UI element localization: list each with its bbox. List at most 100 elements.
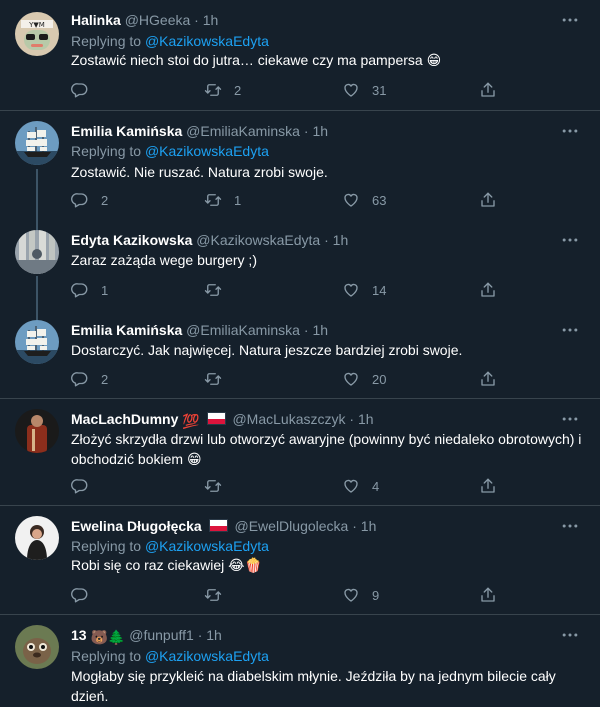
author-name[interactable]: MacLachDumny <box>71 411 178 427</box>
tweet-header: Ewelina Długołęcka @EwelDlugolecka · 1h <box>71 516 376 536</box>
separator-dot: · <box>303 123 309 139</box>
replying-to-label: Replying to <box>71 143 142 159</box>
tweet[interactable]: Emilia Kamińska @EmiliaKaminska · 1h Dos… <box>0 310 600 398</box>
more-icon[interactable] <box>560 516 580 536</box>
replying-to-label: Replying to <box>71 538 142 554</box>
share-icon <box>479 477 497 495</box>
replying-to-link[interactable]: @KazikowskaEdyta <box>145 33 269 49</box>
author-name[interactable]: 13 <box>71 627 87 643</box>
author-handle[interactable]: @funpuff1 <box>129 627 194 643</box>
author-name[interactable]: Ewelina Długołęcka <box>71 518 202 534</box>
reply-button[interactable]: 2 <box>71 190 108 210</box>
more-icon[interactable] <box>560 409 580 429</box>
tweet[interactable]: 13 🐻🌲 @funpuff1 · 1h Replying to @Kaziko… <box>0 615 600 707</box>
share-button[interactable] <box>479 585 497 605</box>
retweet-icon <box>204 81 222 99</box>
author-name[interactable]: Emilia Kamińska <box>71 123 182 139</box>
timestamp[interactable]: 1h <box>361 518 377 534</box>
avatar[interactable] <box>15 320 59 364</box>
timestamp[interactable]: 1h <box>312 322 328 338</box>
timestamp[interactable]: 1h <box>358 411 374 427</box>
share-button[interactable] <box>479 369 497 389</box>
replying-to-link[interactable]: @KazikowskaEdyta <box>145 538 269 554</box>
separator-dot: · <box>303 322 309 338</box>
tweet-text: Zostawić. Nie ruszać. Natura zrobi swoje… <box>71 164 328 180</box>
author-handle[interactable]: @EwelDlugolecka <box>235 518 349 534</box>
like-count: 14 <box>372 282 387 298</box>
author-name[interactable]: Halinka <box>71 12 121 28</box>
reply-button[interactable] <box>71 585 101 605</box>
retweet-button[interactable]: 1 <box>204 190 241 210</box>
tweet[interactable]: Edyta Kazikowska @KazikowskaEdyta · 1h Z… <box>0 220 600 310</box>
author-handle[interactable]: @MacLukaszczyk <box>232 411 345 427</box>
author-handle[interactable]: @KazikowskaEdyta <box>196 232 320 248</box>
like-button[interactable]: 14 <box>342 280 386 300</box>
share-icon <box>479 370 497 388</box>
retweet-button[interactable] <box>204 585 234 605</box>
timestamp[interactable]: 1h <box>203 12 219 28</box>
reply-button[interactable]: 2 <box>71 369 108 389</box>
avatar[interactable] <box>15 121 59 165</box>
more-icon[interactable] <box>560 121 580 141</box>
like-icon <box>342 191 360 209</box>
tweet-text: Złożyć skrzydła drzwi lub otworzyć awary… <box>71 431 582 467</box>
thread-line <box>36 276 38 310</box>
reply-button[interactable] <box>71 80 101 100</box>
tweet[interactable]: Emilia Kamińska @EmiliaKaminska · 1h Rep… <box>0 111 600 220</box>
thread-line <box>36 310 38 320</box>
more-icon[interactable] <box>560 320 580 340</box>
like-button[interactable]: 63 <box>342 190 386 210</box>
replying-to-label: Replying to <box>71 648 142 664</box>
retweet-icon <box>204 281 222 299</box>
tweet-text: Robi się co raz ciekawiej 😂🍿 <box>71 557 262 573</box>
name-emoji: 🐻🌲 <box>90 629 126 645</box>
retweet-button[interactable] <box>204 369 234 389</box>
avatar[interactable] <box>15 409 59 453</box>
svg-text:Y▼M: Y▼M <box>28 21 45 29</box>
timestamp[interactable]: 1h <box>333 232 349 248</box>
like-button[interactable]: 4 <box>342 476 379 496</box>
avatar[interactable] <box>15 516 59 560</box>
like-button[interactable]: 31 <box>342 80 386 100</box>
tweet[interactable]: Y▼M Halinka @HGeeka · 1h Replying to @Ka… <box>0 0 600 110</box>
share-button[interactable] <box>479 80 497 100</box>
reply-button[interactable] <box>71 476 101 496</box>
tweet-actions: 2 1 63 <box>71 190 501 210</box>
share-button[interactable] <box>479 280 497 300</box>
reply-button[interactable]: 1 <box>71 280 108 300</box>
more-icon[interactable] <box>560 10 580 30</box>
reply-icon <box>71 477 89 495</box>
like-icon <box>342 281 360 299</box>
avatar[interactable] <box>15 625 59 669</box>
replying-to-link[interactable]: @KazikowskaEdyta <box>145 648 269 664</box>
share-button[interactable] <box>479 190 497 210</box>
author-handle[interactable]: @HGeeka <box>125 12 191 28</box>
avatar[interactable] <box>15 230 59 274</box>
retweet-button[interactable] <box>204 280 234 300</box>
more-icon[interactable] <box>560 625 580 645</box>
more-icon[interactable] <box>560 230 580 250</box>
tweet[interactable]: MacLachDumny 💯 @MacLukaszczyk · 1h Złoży… <box>0 399 600 505</box>
author-handle[interactable]: @EmiliaKaminska <box>186 123 300 139</box>
replying-to-link[interactable]: @KazikowskaEdyta <box>145 143 269 159</box>
author-name[interactable]: Edyta Kazikowska <box>71 232 192 248</box>
author-name[interactable]: Emilia Kamińska <box>71 322 182 338</box>
share-button[interactable] <box>479 476 497 496</box>
name-emoji: 💯 <box>182 413 200 429</box>
like-icon <box>342 477 360 495</box>
like-button[interactable]: 20 <box>342 369 386 389</box>
timestamp[interactable]: 1h <box>206 627 222 643</box>
timestamp[interactable]: 1h <box>312 123 328 139</box>
tweet[interactable]: Ewelina Długołęcka @EwelDlugolecka · 1h … <box>0 506 600 614</box>
separator-dot: · <box>324 232 329 248</box>
avatar[interactable]: Y▼M <box>15 12 59 56</box>
retweet-button[interactable]: 2 <box>204 80 241 100</box>
thread-line <box>36 169 38 220</box>
retweet-button[interactable] <box>204 476 234 496</box>
author-handle[interactable]: @EmiliaKaminska <box>186 322 300 338</box>
like-icon <box>342 81 360 99</box>
like-button[interactable]: 9 <box>342 585 379 605</box>
like-count: 4 <box>372 478 380 494</box>
retweet-count: 1 <box>234 192 242 208</box>
separator-dot: · <box>349 411 355 427</box>
